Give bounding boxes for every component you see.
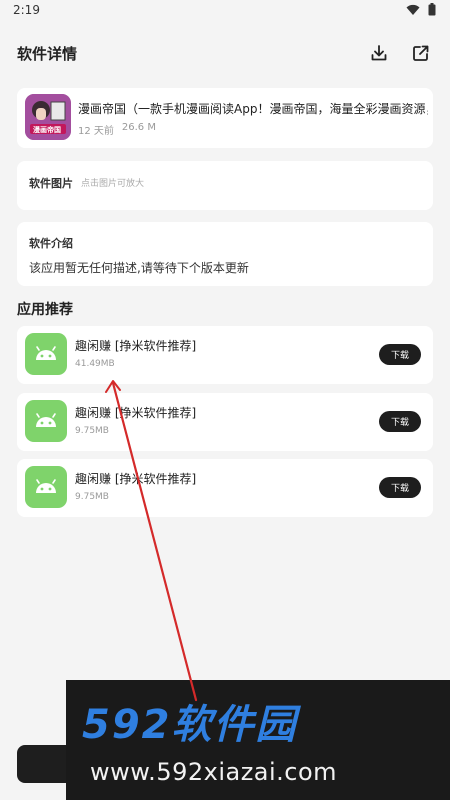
download-button[interactable] xyxy=(366,40,392,66)
share-icon xyxy=(413,45,429,61)
app-time-ago: 12 天前 xyxy=(78,126,114,137)
wifi-icon xyxy=(406,1,420,20)
watermark-url: www.592xiazai.com xyxy=(90,758,338,786)
recommend-item[interactable]: 趣闲赚 [挣米软件推荐] 9.75MB 下载 xyxy=(17,393,433,451)
app-info-card: 漫画帝国 漫画帝国（一款手机漫画阅读App！漫画帝国，海量全彩漫画资源，是 12… xyxy=(17,88,433,148)
status-bar: 2:19 xyxy=(0,0,450,22)
download-button[interactable]: 下载 xyxy=(379,411,421,432)
intro-card: 软件介绍 该应用暂无任何描述,请等待下个版本更新 xyxy=(17,222,433,286)
android-icon xyxy=(25,400,67,442)
recommend-name: 趣闲赚 [挣米软件推荐] xyxy=(75,406,197,420)
recommend-size: 9.75MB xyxy=(75,492,109,502)
watermark-logo: 592软件园 xyxy=(82,702,298,748)
app-icon-text: 漫画帝国 xyxy=(33,126,61,134)
recommend-item[interactable]: 趣闲赚 [挣米软件推荐] 41.49MB 下载 xyxy=(17,326,433,384)
share-button[interactable] xyxy=(408,40,434,66)
recommend-title: 应用推荐 xyxy=(17,302,73,318)
page-title: 软件详情 xyxy=(17,45,78,63)
app-title: 漫画帝国（一款手机漫画阅读App！漫画帝国，海量全彩漫画资源，是 xyxy=(78,102,428,116)
intro-label: 软件介绍 xyxy=(29,237,73,250)
recommend-size: 41.49MB xyxy=(75,359,115,369)
status-time: 2:19 xyxy=(13,3,40,17)
app-icon: 漫画帝国 xyxy=(25,94,71,140)
battery-icon xyxy=(428,1,436,20)
screenshots-hint: 点击图片可放大 xyxy=(81,179,145,189)
recommend-name: 趣闲赚 [挣米软件推荐] xyxy=(75,472,197,486)
app-meta: 12 天前 26.6 M xyxy=(78,122,156,137)
recommend-name: 趣闲赚 [挣米软件推荐] xyxy=(75,339,197,353)
header: 软件详情 xyxy=(0,30,450,76)
download-button[interactable]: 下载 xyxy=(379,477,421,498)
status-icons xyxy=(406,1,436,20)
intro-text: 该应用暂无任何描述,请等待下个版本更新 xyxy=(29,261,249,275)
app-size: 26.6 M xyxy=(121,122,156,133)
screenshots-card[interactable]: 软件图片 点击图片可放大 xyxy=(17,161,433,210)
recommend-size: 9.75MB xyxy=(75,426,109,436)
android-icon xyxy=(25,466,67,508)
download-button[interactable]: 下载 xyxy=(379,344,421,365)
screenshots-label: 软件图片 xyxy=(29,177,73,190)
watermark: 592软件园 www.592xiazai.com xyxy=(66,680,450,800)
recommend-item[interactable]: 趣闲赚 [挣米软件推荐] 9.75MB 下载 xyxy=(17,459,433,517)
android-icon xyxy=(25,333,67,375)
download-icon xyxy=(371,45,387,61)
